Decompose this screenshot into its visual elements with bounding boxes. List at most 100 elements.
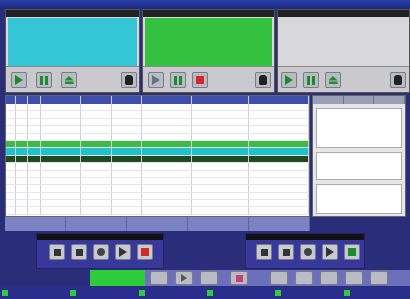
transport-stop-button[interactable] xyxy=(230,271,248,285)
table-row[interactable] xyxy=(6,133,309,141)
table-cell xyxy=(142,155,192,163)
deck-1-play-button[interactable] xyxy=(11,72,27,88)
deck-3-play-button[interactable] xyxy=(281,72,297,88)
info-tab-1[interactable] xyxy=(313,96,344,104)
table-cell xyxy=(6,118,16,126)
toolbar-button-4[interactable] xyxy=(188,217,249,231)
toolbar-button-2[interactable] xyxy=(66,217,127,231)
table-row[interactable] xyxy=(6,207,309,215)
deck-2-grab-button[interactable] xyxy=(255,72,271,88)
cart-left-rewind-button[interactable] xyxy=(49,244,65,260)
info-notes-box xyxy=(316,184,402,214)
deck-3-grab-button[interactable] xyxy=(390,72,406,88)
table-cell xyxy=(112,177,143,185)
table-cell xyxy=(81,177,113,185)
table-row[interactable] xyxy=(6,200,309,208)
transport-button-3[interactable] xyxy=(200,271,218,285)
transport-button-1[interactable] xyxy=(150,271,168,285)
column-header[interactable] xyxy=(142,96,192,104)
toolbar-button-5[interactable] xyxy=(249,217,310,231)
play-icon xyxy=(152,75,160,85)
deck-1-pause-button[interactable] xyxy=(36,72,52,88)
column-header[interactable] xyxy=(249,96,309,104)
column-header[interactable] xyxy=(6,96,16,104)
column-header[interactable] xyxy=(112,96,143,104)
table-cell xyxy=(41,118,81,126)
cart-deck-left xyxy=(36,233,164,269)
deck-2-pause-button[interactable] xyxy=(170,72,186,88)
table-row[interactable] xyxy=(6,155,309,164)
deck-1-eject-button[interactable] xyxy=(61,72,77,88)
playlist-table xyxy=(5,95,310,217)
table-cell xyxy=(112,118,143,126)
transport-button-5[interactable] xyxy=(270,271,288,285)
cart-right-play-button[interactable] xyxy=(322,244,338,260)
eject-icon xyxy=(328,76,338,84)
info-tab-2[interactable] xyxy=(344,96,375,104)
column-header[interactable] xyxy=(41,96,81,104)
table-cell xyxy=(142,140,192,148)
table-cell xyxy=(142,207,192,214)
deck-3-header xyxy=(278,10,409,17)
transport-button-9[interactable] xyxy=(370,271,388,285)
cart-left-record-button[interactable] xyxy=(93,244,109,260)
deck-1-grab-button[interactable] xyxy=(121,72,137,88)
cart-deck-right xyxy=(245,233,365,269)
table-cell xyxy=(6,126,16,133)
table-cell xyxy=(6,207,16,214)
table-row[interactable] xyxy=(6,148,309,156)
table-cell xyxy=(249,111,309,118)
table-cell xyxy=(16,200,28,207)
table-row[interactable] xyxy=(6,163,309,171)
table-cell xyxy=(6,133,16,140)
table-row[interactable] xyxy=(6,126,309,134)
transport-button-8[interactable] xyxy=(345,271,363,285)
table-cell xyxy=(112,192,143,200)
table-cell xyxy=(6,111,16,118)
deck-2-play-button[interactable] xyxy=(148,72,164,88)
transport-button-6[interactable] xyxy=(295,271,313,285)
table-cell xyxy=(28,200,41,207)
deck-3-pause-button[interactable] xyxy=(303,72,319,88)
table-row[interactable] xyxy=(6,111,309,119)
deck-2-stop-button[interactable] xyxy=(192,72,208,88)
table-row[interactable] xyxy=(6,185,309,193)
table-row[interactable] xyxy=(6,118,309,127)
info-tab-3[interactable] xyxy=(374,96,406,104)
cart-right-button-3[interactable] xyxy=(300,244,316,260)
cart-right-button-2[interactable] xyxy=(278,244,294,260)
fast-forward-icon xyxy=(75,248,83,256)
table-row[interactable] xyxy=(6,140,309,149)
table-cell xyxy=(112,126,143,133)
table-row[interactable] xyxy=(6,177,309,186)
table-cell xyxy=(28,155,41,163)
table-cell xyxy=(192,126,250,133)
cart-left-stop-button[interactable] xyxy=(137,244,153,260)
table-row[interactable] xyxy=(6,170,309,178)
cart-left-play-button[interactable] xyxy=(115,244,131,260)
cart-right-button-1[interactable] xyxy=(256,244,272,260)
eject-icon xyxy=(64,76,74,84)
cart-left-fast-forward-button[interactable] xyxy=(71,244,87,260)
column-header[interactable] xyxy=(81,96,113,104)
status-item-6 xyxy=(342,287,410,299)
transport-play-button[interactable] xyxy=(175,271,193,285)
table-cell xyxy=(192,118,250,126)
column-header[interactable] xyxy=(16,96,28,104)
deck-3-eject-button[interactable] xyxy=(325,72,341,88)
table-cell xyxy=(16,133,28,140)
transport-button-7[interactable] xyxy=(320,271,338,285)
cart-icon xyxy=(282,248,290,256)
cart-right-button-5[interactable] xyxy=(344,244,360,260)
column-header[interactable] xyxy=(192,96,250,104)
table-cell xyxy=(192,104,250,111)
table-row[interactable] xyxy=(6,104,309,112)
toolbar-button-3[interactable] xyxy=(127,217,188,231)
table-cell xyxy=(249,192,309,200)
table-row[interactable] xyxy=(6,192,309,201)
toolbar-button-1[interactable] xyxy=(5,217,66,231)
deck-2-controls xyxy=(143,66,274,92)
column-header[interactable] xyxy=(28,96,41,104)
table-cell xyxy=(112,148,143,155)
table-cell xyxy=(142,104,192,111)
